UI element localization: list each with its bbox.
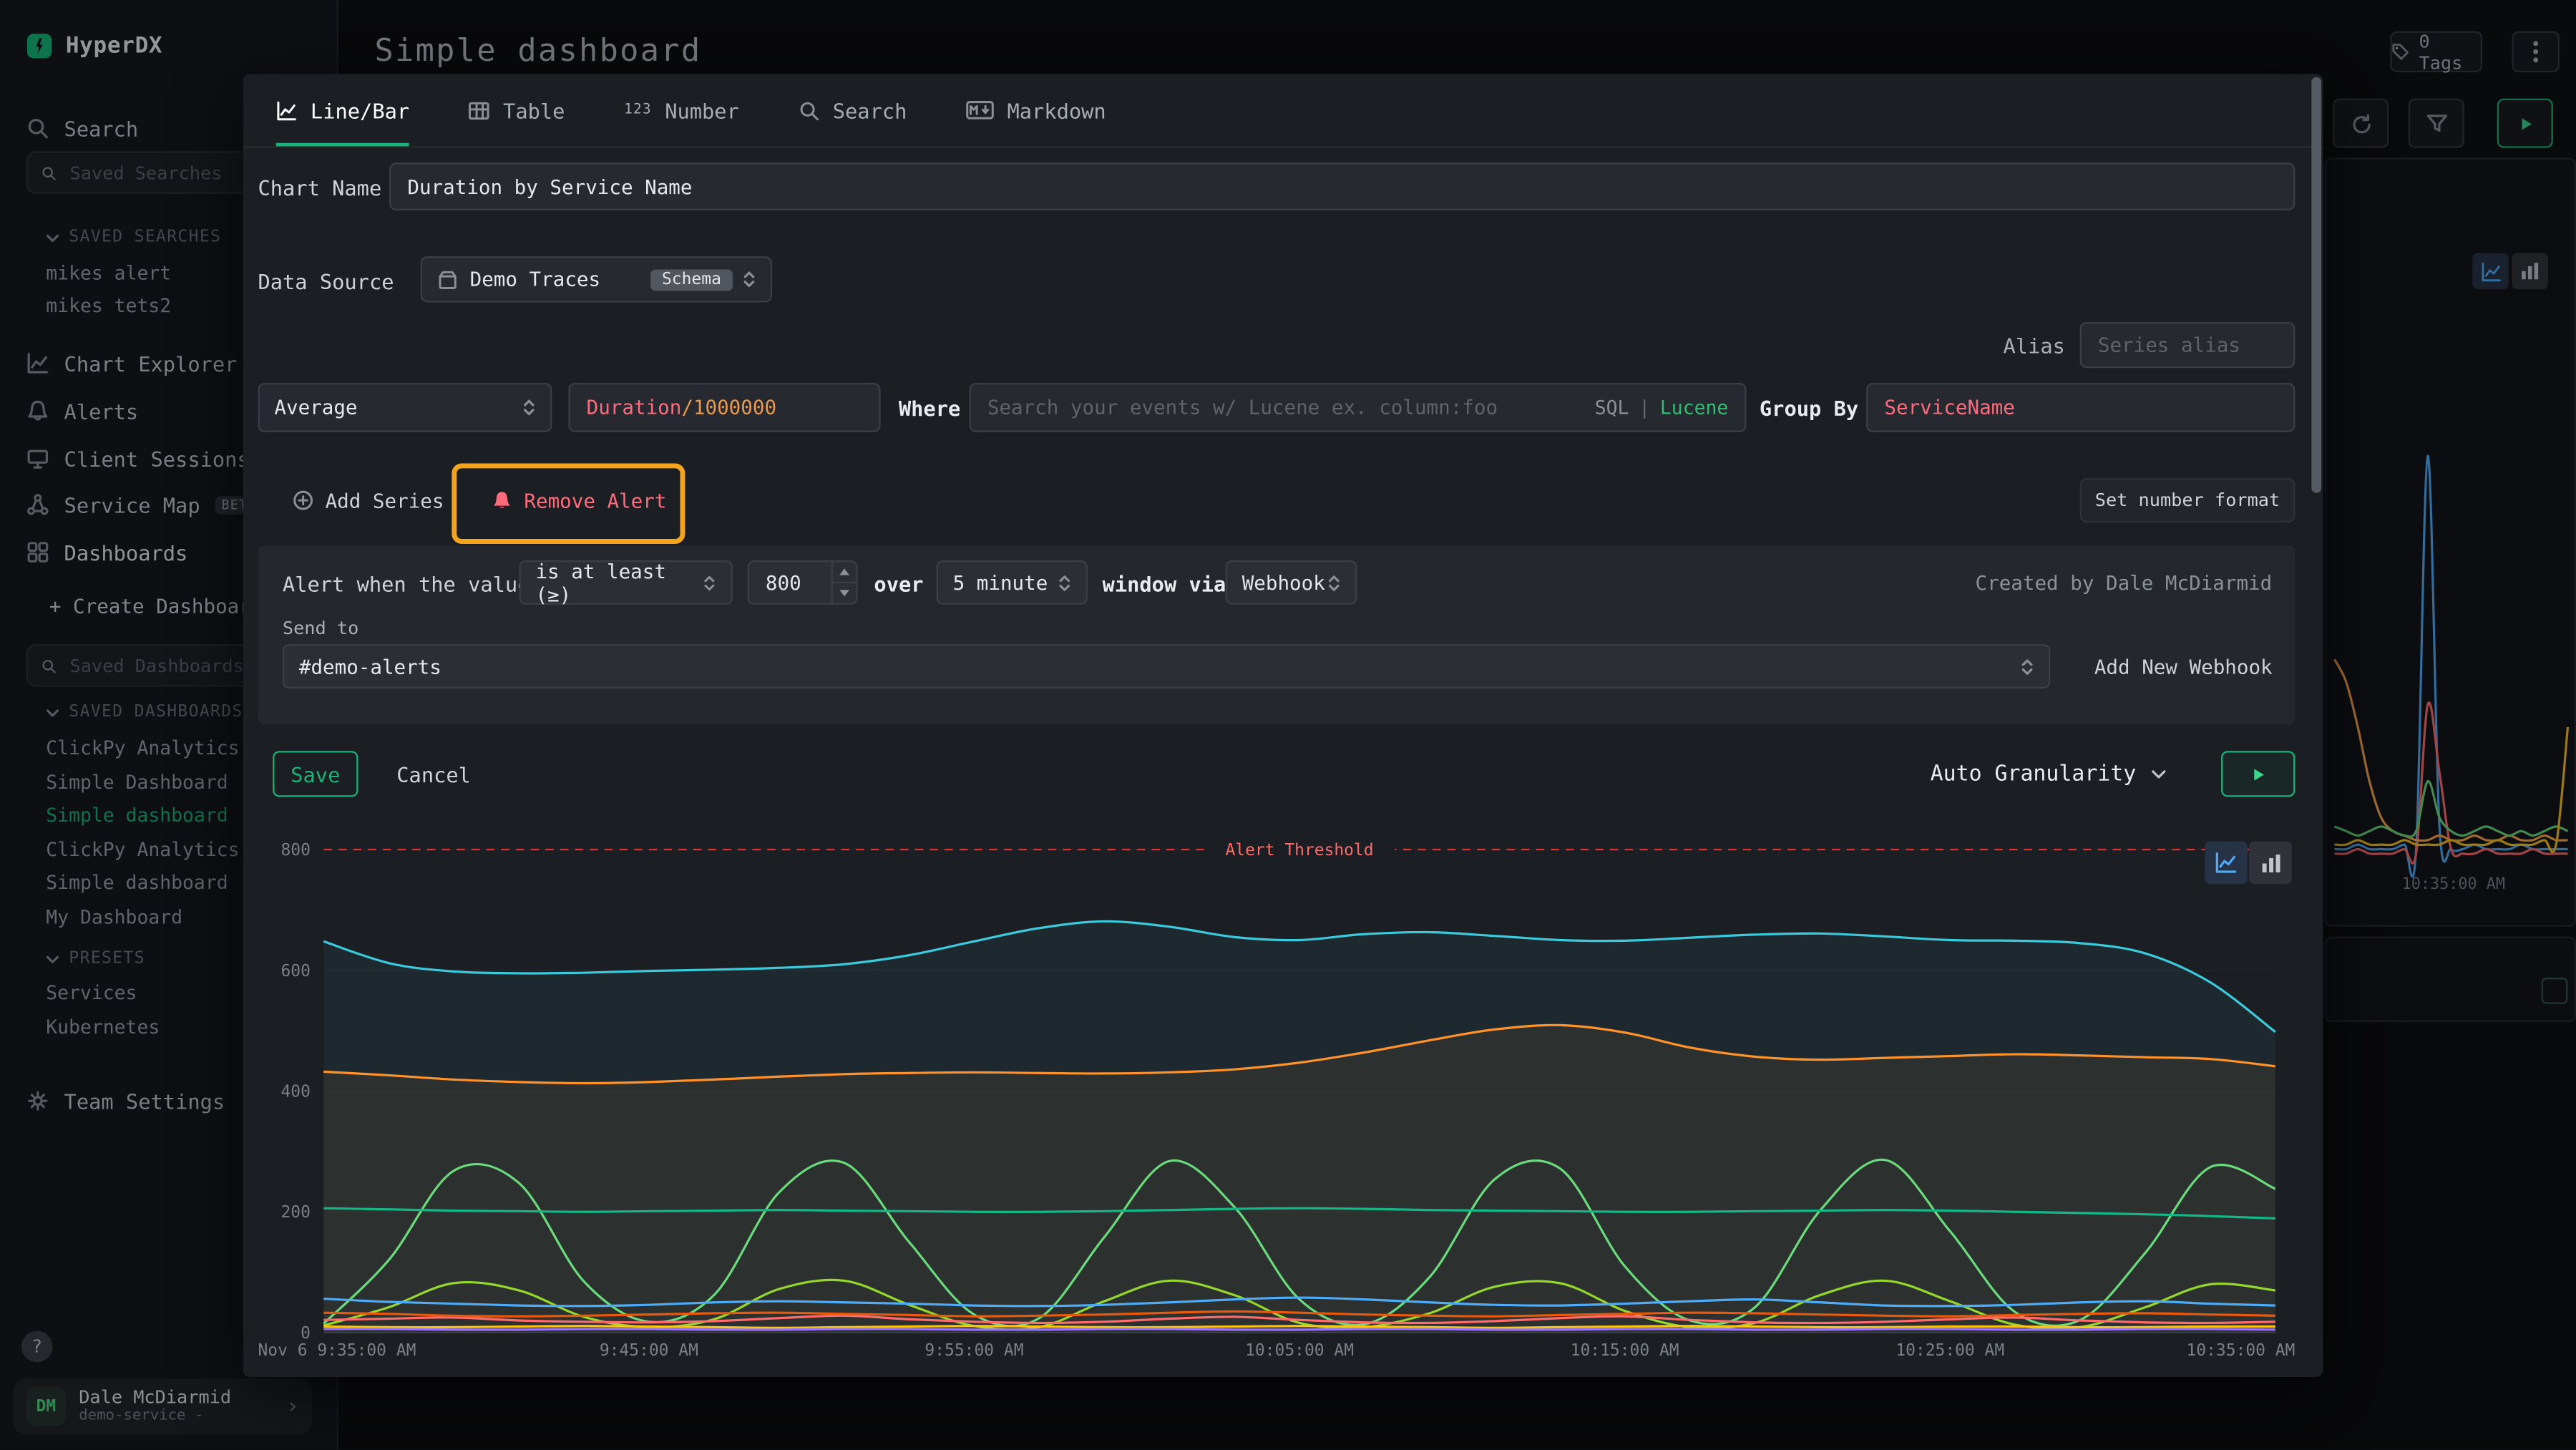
viewport: Simple dashboard 0 Tags 10:35:00 AM — [0, 0, 2576, 1450]
search-icon — [799, 99, 820, 121]
lucene-toggle[interactable]: Lucene — [1660, 396, 1728, 419]
step-up-button[interactable] — [833, 562, 856, 583]
data-source-label: Data Source — [258, 270, 394, 294]
table-icon — [469, 99, 490, 121]
alert-config-panel: Alert when the value is at least (≥) ove… — [258, 545, 2295, 724]
chevron-up-down-icon — [522, 398, 535, 418]
add-series-button[interactable]: Add Series — [273, 477, 464, 525]
svg-text:9:55:00 AM: 9:55:00 AM — [924, 1341, 1023, 1360]
data-source-select[interactable]: Demo Traces Schema — [421, 256, 772, 302]
window-via-label: window via — [1103, 572, 1226, 596]
alias-label: Alias — [1947, 334, 2065, 358]
alert-channel-select[interactable]: Webhook — [1226, 560, 1357, 605]
svg-text:9:45:00 AM: 9:45:00 AM — [600, 1341, 698, 1360]
line-bar-icon — [276, 99, 298, 121]
tab-search[interactable]: Search — [799, 74, 907, 146]
app-window: Simple dashboard 0 Tags 10:35:00 AM — [0, 0, 2576, 1449]
tab-line-bar[interactable]: Line/Bar — [276, 74, 409, 146]
group-by-value: ServiceName — [1884, 396, 2014, 419]
chevron-down-icon — [2151, 768, 2167, 779]
add-new-webhook-button[interactable]: Add New Webhook — [2082, 644, 2285, 688]
markdown-icon — [966, 100, 994, 120]
alert-window-select[interactable]: 5 minute — [937, 560, 1088, 605]
tab-table[interactable]: Table — [469, 74, 565, 146]
svg-text:Nov 6 9:35:00 AM: Nov 6 9:35:00 AM — [258, 1341, 416, 1360]
field-value: Duration — [587, 396, 682, 419]
chart-name-label: Chart Name — [258, 176, 381, 200]
step-down-button[interactable] — [833, 583, 856, 603]
chevron-up-down-icon — [2021, 656, 2034, 676]
chart-name-input[interactable] — [389, 162, 2295, 210]
number-stepper — [831, 562, 856, 603]
svg-text:10:05:00 AM: 10:05:00 AM — [1245, 1341, 1354, 1360]
send-to-value: #demo-alerts — [299, 655, 441, 678]
chevron-up-down-icon — [743, 270, 756, 290]
created-by-label: Created by Dale McDiarmid — [1976, 572, 2273, 595]
svg-text:10:25:00 AM: 10:25:00 AM — [1896, 1341, 2004, 1360]
set-number-format-button[interactable]: Set number format — [2080, 478, 2296, 522]
line-chart-icon — [2215, 851, 2238, 874]
line-view-toggle[interactable] — [2205, 842, 2248, 885]
schema-badge: Schema — [650, 268, 733, 290]
bell-icon — [491, 490, 512, 511]
svg-text:Alert Threshold: Alert Threshold — [1225, 841, 1373, 860]
toggle-divider: | — [1639, 396, 1650, 419]
send-to-label: Send to — [283, 618, 358, 639]
send-to-select[interactable]: #demo-alerts — [283, 644, 2050, 688]
bar-chart-icon — [2260, 852, 2281, 873]
modal-scrollbar — [2311, 77, 2321, 1373]
svg-text:800: 800 — [280, 841, 310, 860]
chevron-up-down-icon — [704, 573, 716, 593]
sql-toggle[interactable]: SQL — [1595, 396, 1629, 419]
alert-preview-chart: 0 200 400 600 800 Nov 6 9:35:00 AM 9:45:00 AM 9… — [258, 822, 2295, 1364]
alert-intro-label: Alert when the value — [283, 572, 530, 596]
chevron-up-down-icon — [1058, 573, 1071, 593]
alert-condition-select[interactable]: is at least (≥) — [519, 560, 733, 605]
svg-text:400: 400 — [280, 1083, 310, 1101]
number-icon: 123 — [624, 102, 652, 118]
scrollbar-thumb[interactable] — [2311, 77, 2321, 493]
over-label: over — [874, 572, 923, 596]
save-button[interactable]: Save — [273, 751, 358, 797]
svg-text:10:15:00 AM: 10:15:00 AM — [1571, 1341, 1679, 1360]
svg-text:0: 0 — [301, 1324, 311, 1343]
tab-markdown[interactable]: Markdown — [966, 74, 1106, 146]
data-source-value: Demo Traces — [470, 268, 600, 291]
bar-view-toggle[interactable] — [2249, 842, 2292, 885]
svg-text:10:35:00 AM: 10:35:00 AM — [2186, 1341, 2295, 1360]
svg-text:200: 200 — [280, 1203, 310, 1222]
where-search-box: SQL | Lucene — [970, 383, 1747, 432]
series-alias-input[interactable] — [2080, 322, 2296, 368]
chevron-up-down-icon — [1327, 573, 1340, 593]
group-by-input[interactable]: ServiceName — [1866, 383, 2295, 432]
tab-number[interactable]: 123 Number — [624, 74, 739, 146]
aggregation-value: Average — [274, 396, 357, 419]
run-chart-button[interactable] — [2221, 751, 2295, 797]
where-label: Where — [899, 396, 960, 420]
editor-tabs: Line/Bar Table 123 Number Search Markdow… — [243, 74, 2323, 147]
chart-editor-modal: Line/Bar Table 123 Number Search Markdow… — [243, 74, 2323, 1377]
remove-alert-button[interactable]: Remove Alert — [472, 477, 686, 525]
aggregation-select[interactable]: Average — [258, 383, 552, 432]
cancel-button[interactable]: Cancel — [383, 751, 484, 797]
field-divisor: /1000000 — [681, 396, 776, 419]
field-input[interactable]: Duration/1000000 — [568, 383, 880, 432]
plus-circle-icon — [293, 490, 314, 511]
svg-text:600: 600 — [280, 962, 310, 981]
group-by-label: Group By — [1760, 396, 1858, 420]
database-box-icon — [437, 268, 459, 290]
chevron-down-icon — [839, 590, 849, 596]
alert-threshold-box — [748, 560, 858, 605]
chevron-up-icon — [839, 568, 849, 575]
play-icon — [2249, 765, 2267, 783]
granularity-select[interactable]: Auto Granularity — [1931, 751, 2167, 797]
